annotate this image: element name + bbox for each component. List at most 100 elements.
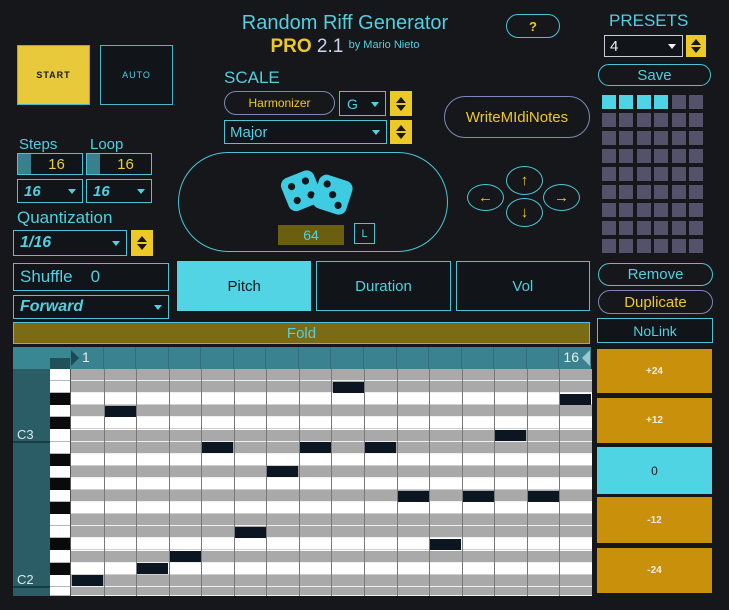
note-step10-B2[interactable] xyxy=(365,442,397,454)
transpose-+12-button[interactable]: +12 xyxy=(597,398,712,443)
preset-slot[interactable] xyxy=(654,113,669,127)
scale-mode-spinner[interactable] xyxy=(390,120,412,144)
loop-drag-handle[interactable] xyxy=(87,154,100,174)
quantization-select[interactable]: 1/16 xyxy=(13,230,127,256)
nolink-button[interactable]: NoLink xyxy=(597,318,713,343)
remove-button[interactable]: Remove xyxy=(598,263,713,286)
white-key-D3[interactable] xyxy=(50,405,70,418)
note-step4-D2[interactable] xyxy=(169,551,201,563)
help-button[interactable]: ? xyxy=(506,14,560,38)
white-key-F3[interactable] xyxy=(50,369,70,382)
black-key-D#2[interactable] xyxy=(50,538,70,551)
preset-slot[interactable] xyxy=(654,149,669,163)
tab-pitch[interactable]: Pitch xyxy=(177,261,312,311)
preset-slot[interactable] xyxy=(602,95,616,109)
preset-slot[interactable] xyxy=(671,221,686,235)
preset-spinner[interactable] xyxy=(686,35,706,57)
note-step3-C#2[interactable] xyxy=(137,563,169,575)
preset-slot[interactable] xyxy=(654,239,669,253)
preset-slot[interactable] xyxy=(619,95,634,109)
preset-slot[interactable] xyxy=(636,221,651,235)
preset-slot[interactable] xyxy=(619,239,634,253)
preset-slot[interactable] xyxy=(636,149,651,163)
lock-button[interactable]: L xyxy=(354,223,375,244)
note-step9-E3[interactable] xyxy=(332,381,364,393)
note-grid[interactable] xyxy=(70,369,592,596)
preset-slot[interactable] xyxy=(689,149,703,163)
preset-slot[interactable] xyxy=(602,203,616,217)
preset-slot[interactable] xyxy=(671,95,686,109)
preset-slot[interactable] xyxy=(602,113,616,127)
loop-end-marker-icon[interactable] xyxy=(582,350,590,366)
preset-slot[interactable] xyxy=(671,113,686,127)
black-key-A#2[interactable] xyxy=(50,453,70,466)
randomize-button[interactable]: 64 L xyxy=(178,152,448,252)
fold-button[interactable]: Fold xyxy=(13,322,590,344)
preset-slot[interactable] xyxy=(689,185,703,199)
note-step5-B2[interactable] xyxy=(202,442,234,454)
transpose-0-button[interactable]: 0 xyxy=(597,447,712,494)
white-key-A2[interactable] xyxy=(50,466,70,478)
white-key-B2[interactable] xyxy=(50,442,70,454)
scale-mode-select[interactable]: Major xyxy=(224,120,387,144)
save-button[interactable]: Save xyxy=(598,64,711,86)
preset-slot[interactable] xyxy=(619,113,634,127)
preset-slot[interactable] xyxy=(671,185,686,199)
preset-slot[interactable] xyxy=(636,95,651,109)
nudge-left-button[interactable]: ← xyxy=(467,184,504,211)
direction-select[interactable]: Forward xyxy=(13,295,169,319)
shuffle-box[interactable]: Shuffle 0 xyxy=(13,263,169,291)
note-step11-G2[interactable] xyxy=(397,490,429,502)
preset-slot[interactable] xyxy=(671,167,686,181)
preset-slot[interactable] xyxy=(636,131,651,145)
note-step12-D#2[interactable] xyxy=(430,538,462,550)
note-step13-G2[interactable] xyxy=(462,490,494,502)
preset-slot[interactable] xyxy=(636,239,651,253)
loop-select[interactable]: 16 xyxy=(86,179,152,203)
black-key-G#2[interactable] xyxy=(50,477,70,490)
preset-slot[interactable] xyxy=(602,221,616,235)
preset-slot[interactable] xyxy=(689,131,703,145)
tab-duration[interactable]: Duration xyxy=(316,261,451,311)
write-midi-notes-button[interactable]: WriteMIdiNotes xyxy=(444,96,590,138)
preset-select[interactable]: 4 xyxy=(604,35,683,57)
note-step8-B2[interactable] xyxy=(299,442,331,454)
harmonizer-button[interactable]: Harmonizer xyxy=(224,91,335,115)
note-step15-G2[interactable] xyxy=(527,490,559,502)
nudge-right-button[interactable]: → xyxy=(543,184,580,211)
preset-slot[interactable] xyxy=(671,239,686,253)
steps-number-box[interactable]: 16 xyxy=(17,153,83,175)
timeline-ruler[interactable]: 1 16 xyxy=(70,347,591,369)
preset-slot[interactable] xyxy=(619,185,634,199)
preset-slot[interactable] xyxy=(671,203,686,217)
note-step16-D#3[interactable] xyxy=(560,393,592,405)
preset-slot[interactable] xyxy=(689,113,703,127)
preset-slot[interactable] xyxy=(636,203,651,217)
preset-slot[interactable] xyxy=(602,131,616,145)
transpose-+24-button[interactable]: +24 xyxy=(597,349,712,393)
white-key-G2[interactable] xyxy=(50,490,70,503)
preset-slot[interactable] xyxy=(619,167,634,181)
preset-slot[interactable] xyxy=(654,203,669,217)
preset-slot[interactable] xyxy=(619,149,634,163)
white-key-E2[interactable] xyxy=(50,526,70,539)
note-step14-C3[interactable] xyxy=(495,430,527,442)
nudge-up-button[interactable]: ↑ xyxy=(506,166,543,195)
preset-slot[interactable] xyxy=(602,149,616,163)
preset-slot[interactable] xyxy=(654,185,669,199)
preset-slot[interactable] xyxy=(619,221,634,235)
preset-slot[interactable] xyxy=(689,167,703,181)
white-key-B1[interactable] xyxy=(50,587,70,596)
start-button[interactable]: START xyxy=(17,45,90,105)
transpose--12-button[interactable]: -12 xyxy=(597,497,712,543)
white-key-F2[interactable] xyxy=(50,514,70,527)
preset-slot[interactable] xyxy=(689,203,703,217)
preset-slot[interactable] xyxy=(619,203,634,217)
preset-slot[interactable] xyxy=(654,131,669,145)
steps-select[interactable]: 16 xyxy=(17,179,83,203)
nudge-down-button[interactable]: ↓ xyxy=(506,198,543,227)
transpose--24-button[interactable]: -24 xyxy=(597,548,712,593)
auto-button[interactable]: AUTO xyxy=(100,45,173,105)
note-step2-D3[interactable] xyxy=(104,405,136,417)
preset-slot[interactable] xyxy=(689,239,703,253)
